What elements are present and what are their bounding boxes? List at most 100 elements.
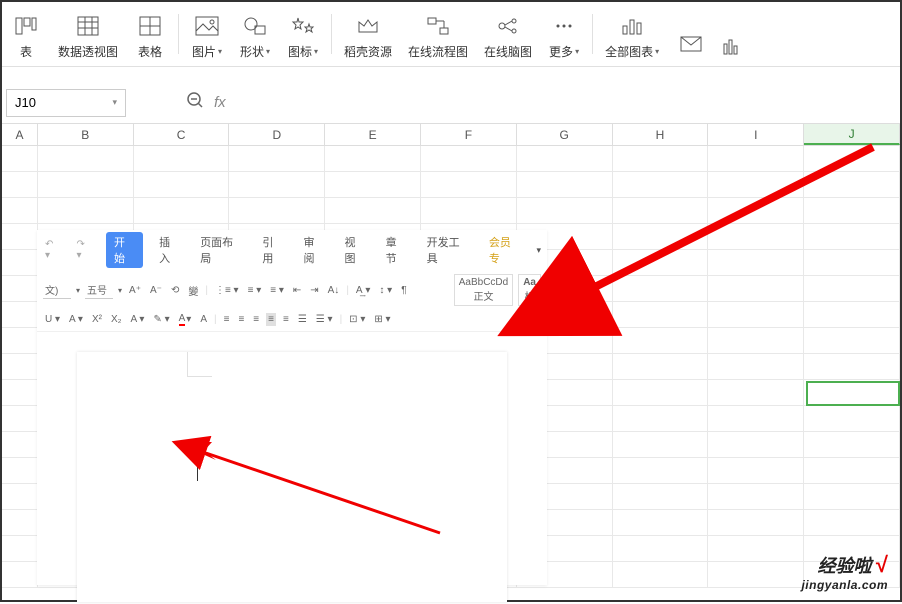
grid-cell[interactable] bbox=[804, 432, 900, 458]
grid-cell[interactable] bbox=[804, 510, 900, 536]
subscript[interactable]: X₂ bbox=[109, 313, 124, 326]
grid-cell[interactable] bbox=[613, 276, 709, 302]
grid-cell[interactable] bbox=[804, 354, 900, 380]
grid-cell[interactable] bbox=[2, 276, 38, 302]
ribbon-icons[interactable]: 图标▾ bbox=[279, 6, 327, 62]
grid-cell[interactable] bbox=[708, 484, 804, 510]
phonetic[interactable]: 變 bbox=[186, 282, 200, 299]
fx-label[interactable]: fx bbox=[214, 94, 226, 111]
tab-review[interactable]: 审阅 bbox=[299, 232, 328, 268]
column-header-D[interactable]: D bbox=[229, 124, 325, 145]
indent-inc[interactable]: ⇥ bbox=[308, 284, 320, 297]
grid-cell[interactable] bbox=[421, 198, 517, 224]
style-heading[interactable]: Aa 标 bbox=[518, 274, 541, 306]
grid-cell[interactable] bbox=[2, 536, 38, 562]
grid-cell[interactable] bbox=[708, 562, 804, 588]
grid-cell[interactable] bbox=[708, 302, 804, 328]
column-header-A[interactable]: A bbox=[2, 124, 38, 145]
grid-cell[interactable] bbox=[229, 198, 325, 224]
grid-cell[interactable] bbox=[2, 146, 38, 172]
grid-cell[interactable] bbox=[2, 250, 38, 276]
spacing[interactable]: ☰ ▾ bbox=[314, 313, 335, 326]
ribbon-online-flowchart[interactable]: 在线流程图 bbox=[400, 6, 476, 62]
grid-cell[interactable] bbox=[804, 172, 900, 198]
grid-cell[interactable] bbox=[2, 328, 38, 354]
ribbon-picture[interactable]: 图片▾ bbox=[183, 6, 231, 62]
style-normal[interactable]: AaBbCcDd 正文 bbox=[454, 274, 513, 306]
strikethrough[interactable]: A ▾ bbox=[67, 313, 85, 326]
grid-cell[interactable] bbox=[2, 302, 38, 328]
ribbon-table[interactable]: 表格 bbox=[126, 6, 174, 62]
font-name-box[interactable]: 文) bbox=[43, 281, 71, 299]
grid-cell[interactable] bbox=[613, 458, 709, 484]
grid-cell[interactable] bbox=[2, 172, 38, 198]
grid-cell[interactable] bbox=[2, 458, 38, 484]
shading[interactable]: ⊡ ▾ bbox=[347, 313, 367, 326]
grid-cell[interactable] bbox=[2, 432, 38, 458]
change-case[interactable]: ⟲ bbox=[169, 284, 181, 297]
grid-cell[interactable] bbox=[2, 224, 38, 250]
list-2[interactable]: ≡ ▾ bbox=[246, 284, 264, 297]
chevron-down-icon[interactable]: ▾ bbox=[76, 286, 80, 295]
grid-cell[interactable] bbox=[421, 172, 517, 198]
grid-cell[interactable] bbox=[134, 198, 230, 224]
grid-cell[interactable] bbox=[804, 224, 900, 250]
grid-cell[interactable] bbox=[708, 432, 804, 458]
grid-cell[interactable] bbox=[708, 380, 804, 406]
redo-icon[interactable]: ↷ ▾ bbox=[75, 238, 95, 262]
grid-cell[interactable] bbox=[2, 562, 38, 588]
grid-cell[interactable] bbox=[613, 172, 709, 198]
ribbon-bars[interactable] bbox=[715, 6, 747, 62]
ribbon-all-charts[interactable]: 全部图表▾ bbox=[597, 6, 667, 62]
grid-cell[interactable] bbox=[708, 536, 804, 562]
grid-cell[interactable] bbox=[804, 484, 900, 510]
tab-insert[interactable]: 插入 bbox=[155, 232, 184, 268]
grid-cell[interactable] bbox=[134, 172, 230, 198]
grid-cell[interactable] bbox=[613, 354, 709, 380]
grid-cell[interactable] bbox=[613, 406, 709, 432]
grid-cell[interactable] bbox=[708, 224, 804, 250]
ribbon-pivot-chart[interactable]: 数据透视图 bbox=[50, 6, 126, 62]
grid-cell[interactable] bbox=[804, 146, 900, 172]
tab-layout[interactable]: 页面布局 bbox=[196, 232, 246, 268]
show-marks[interactable]: ¶ bbox=[399, 284, 408, 297]
grid-cell[interactable] bbox=[517, 172, 613, 198]
chevron-down-icon[interactable]: ▾ bbox=[118, 286, 122, 295]
grid-cell[interactable] bbox=[2, 510, 38, 536]
grid-cell[interactable] bbox=[708, 250, 804, 276]
cell-reference-box[interactable]: J10 ▾ bbox=[6, 89, 126, 117]
align-right[interactable]: ≡ bbox=[251, 313, 261, 326]
zoom-out-icon[interactable] bbox=[186, 91, 204, 114]
align-center[interactable]: ≡ bbox=[236, 313, 246, 326]
grid-cell[interactable] bbox=[2, 484, 38, 510]
grid-cell[interactable] bbox=[708, 354, 804, 380]
grid-cell[interactable] bbox=[325, 198, 421, 224]
undo-icon[interactable]: ↶ ▾ bbox=[43, 238, 63, 262]
grid-cell[interactable] bbox=[613, 224, 709, 250]
grid-cell[interactable] bbox=[613, 302, 709, 328]
line-spacing[interactable]: ↕ ▾ bbox=[377, 284, 394, 297]
grid-cell[interactable] bbox=[517, 146, 613, 172]
grid-cell[interactable] bbox=[804, 198, 900, 224]
grid-cell[interactable] bbox=[613, 328, 709, 354]
grid-cell[interactable] bbox=[804, 250, 900, 276]
tab-member[interactable]: 会员专 bbox=[485, 232, 525, 268]
indent-dec[interactable]: ⇤ bbox=[291, 284, 303, 297]
char-shading[interactable]: A bbox=[198, 313, 209, 326]
grid-cell[interactable] bbox=[708, 510, 804, 536]
grid-cell[interactable] bbox=[708, 458, 804, 484]
column-header-F[interactable]: F bbox=[421, 124, 517, 145]
tab-start[interactable]: 开始 bbox=[106, 232, 143, 268]
grid-cell[interactable] bbox=[2, 354, 38, 380]
tab-section[interactable]: 章节 bbox=[382, 232, 411, 268]
column-header-I[interactable]: I bbox=[708, 124, 804, 145]
column-header-G[interactable]: G bbox=[517, 124, 613, 145]
align-justify[interactable]: ≡ bbox=[266, 313, 276, 326]
grid-cell[interactable] bbox=[421, 146, 517, 172]
ribbon-online-mindmap[interactable]: 在线脑图 bbox=[476, 6, 540, 62]
list-1[interactable]: ⋮≡ ▾ bbox=[213, 284, 241, 297]
column-header-C[interactable]: C bbox=[134, 124, 230, 145]
grid-cell[interactable] bbox=[2, 380, 38, 406]
column-header-H[interactable]: H bbox=[613, 124, 709, 145]
grid-cell[interactable] bbox=[708, 198, 804, 224]
